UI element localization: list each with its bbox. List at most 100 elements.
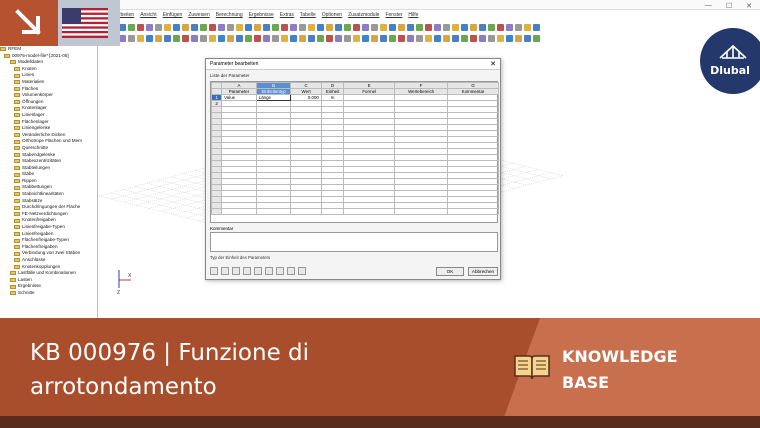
navigator-item[interactable]: Stabteilungen	[0, 165, 97, 172]
toolbar-tool-icon[interactable]	[506, 23, 513, 31]
toolbar-tool-icon[interactable]	[398, 34, 405, 42]
toolbar-tool-icon[interactable]	[218, 23, 225, 31]
navigator-item[interactable]: Knotenkopplungen	[0, 264, 97, 271]
toolbar-tool-icon[interactable]	[200, 34, 207, 42]
toolbar-tool-icon[interactable]	[524, 23, 531, 31]
menu-item[interactable]: Zusatzmodule	[348, 12, 379, 22]
navigator-item[interactable]: Stabsätze	[0, 198, 97, 205]
toolbar-tool-icon[interactable]	[326, 23, 333, 31]
toolbar-tool-icon[interactable]	[326, 34, 333, 42]
toolbar-tool-icon[interactable]	[317, 34, 324, 42]
navigator-item[interactable]: Flächenfreigabe-Typen	[0, 237, 97, 244]
navigator-item[interactable]: Liniengelenke	[0, 125, 97, 132]
menu-item[interactable]: Tabelle	[300, 12, 316, 22]
toolbar-tool-icon[interactable]	[389, 34, 396, 42]
toolbar-tool-icon[interactable]	[425, 34, 432, 42]
toolbar-tool-icon[interactable]	[407, 34, 414, 42]
toolbar-tool-icon[interactable]	[182, 34, 189, 42]
info-icon[interactable]	[298, 267, 306, 275]
navigator-item[interactable]: Stäbe	[0, 171, 97, 178]
navigator-item[interactable]: Veränderliche Dicken	[0, 132, 97, 139]
toolbar-tool-icon[interactable]	[461, 23, 468, 31]
toolbar-tool-icon[interactable]	[200, 23, 207, 31]
toolbar-tool-icon[interactable]	[128, 23, 135, 31]
toolbar-tool-icon[interactable]	[272, 34, 279, 42]
navigator-item[interactable]: Ergebnisse	[0, 283, 97, 290]
navigator-item[interactable]: 00976-model-file* [2021-05]	[0, 53, 97, 60]
toolbar-tool-icon[interactable]	[488, 34, 495, 42]
toolbar-tool-icon[interactable]	[155, 34, 162, 42]
navigator-item[interactable]: Flächenlager	[0, 119, 97, 126]
navigator-item[interactable]: Verbindung von zwei Stäben	[0, 250, 97, 257]
toolbar-tool-icon[interactable]	[353, 34, 360, 42]
navigator-item[interactable]: Linienfreigaben	[0, 231, 97, 238]
navigator-item[interactable]: Stabnichtlinearitäten	[0, 191, 97, 198]
toolbar-tool-icon[interactable]	[380, 23, 387, 31]
menu-item[interactable]: Extras	[280, 12, 294, 22]
toolbar-tool-icon[interactable]	[137, 23, 144, 31]
toolbar-tool-icon[interactable]	[470, 23, 477, 31]
toolbar-tool-icon[interactable]	[452, 34, 459, 42]
toolbar-tool-icon[interactable]	[443, 34, 450, 42]
navigator-item[interactable]: Linien	[0, 72, 97, 79]
toolbar-tool-icon[interactable]	[299, 23, 306, 31]
toolbar-tool-icon[interactable]	[317, 23, 324, 31]
toolbar-tool-icon[interactable]	[479, 23, 486, 31]
menu-item[interactable]: Zuweisen	[188, 12, 209, 22]
comment-input[interactable]	[210, 232, 498, 252]
toolbar-tool-icon[interactable]	[227, 34, 234, 42]
navigator-item[interactable]: Stabexzentrizitäten	[0, 158, 97, 165]
navigator-item[interactable]: Linienfreigabe-Typen	[0, 224, 97, 231]
navigator-item[interactable]: Schnitte	[0, 290, 97, 297]
toolbar-tool-icon[interactable]	[191, 34, 198, 42]
cancel-button[interactable]: Abbrechen	[468, 267, 498, 276]
toolbar-tool-icon[interactable]	[299, 34, 306, 42]
toolbar-tool-icon[interactable]	[236, 23, 243, 31]
export-icon[interactable]	[232, 267, 240, 275]
navigator-item[interactable]: Rippen	[0, 178, 97, 185]
toolbar-tool-icon[interactable]	[533, 23, 540, 31]
menu-item[interactable]: Ergebnisse	[249, 12, 274, 22]
toolbar-tool-icon[interactable]	[434, 23, 441, 31]
navigator-item[interactable]: Modelldaten	[0, 59, 97, 66]
toolbar-tool-icon[interactable]	[209, 23, 216, 31]
toolbar-tool-icon[interactable]	[137, 34, 144, 42]
toolbar-tool-icon[interactable]	[452, 23, 459, 31]
menu-item[interactable]: Optionen	[322, 12, 342, 22]
navigator-item[interactable]: Anschlüsse	[0, 257, 97, 264]
settings-icon[interactable]	[276, 267, 284, 275]
navigator-item[interactable]: Stabendgelenke	[0, 152, 97, 159]
toolbar-tool-icon[interactable]	[272, 23, 279, 31]
toolbar-tool-icon[interactable]	[308, 34, 315, 42]
column-header[interactable]: Einheitentyp	[255, 88, 292, 95]
toolbar-tool-icon[interactable]	[128, 34, 135, 42]
toolbar-tool-icon[interactable]	[389, 23, 396, 31]
toolbar-tool-icon[interactable]	[362, 34, 369, 42]
edit-icon[interactable]	[221, 267, 229, 275]
toolbar-tool-icon[interactable]	[146, 34, 153, 42]
toolbar-tool-icon[interactable]	[245, 34, 252, 42]
toolbar-tool-icon[interactable]	[506, 34, 513, 42]
navigator-item[interactable]: Flächenfreigaben	[0, 244, 97, 251]
toolbar-tool-icon[interactable]	[209, 34, 216, 42]
menu-item[interactable]: Ansicht	[140, 12, 156, 22]
navigator-item[interactable]: RFEM	[0, 46, 97, 53]
navigator-item[interactable]: Lasten	[0, 277, 97, 284]
toolbar-tool-icon[interactable]	[434, 34, 441, 42]
toolbar-tool-icon[interactable]	[362, 23, 369, 31]
toolbar-tool-icon[interactable]	[371, 34, 378, 42]
toolbar-tool-icon[interactable]	[245, 23, 252, 31]
toolbar-tool-icon[interactable]	[353, 23, 360, 31]
menu-item[interactable]: Hilfe	[408, 12, 418, 22]
menu-item[interactable]: Berechnung	[216, 12, 243, 22]
toolbar-tool-icon[interactable]	[191, 23, 198, 31]
toolbar-tool-icon[interactable]	[371, 23, 378, 31]
toolbar-tool-icon[interactable]	[533, 34, 540, 42]
navigator-item[interactable]: Knotenfreigaben	[0, 217, 97, 224]
toolbar-tool-icon[interactable]	[443, 23, 450, 31]
navigator-item[interactable]: Flächen	[0, 86, 97, 93]
toolbar-tool-icon[interactable]	[164, 34, 171, 42]
navigator-item[interactable]: Materialien	[0, 79, 97, 86]
toolbar-tool-icon[interactable]	[515, 34, 522, 42]
navigator-item[interactable]: Durchdringungen der Fläche	[0, 204, 97, 211]
